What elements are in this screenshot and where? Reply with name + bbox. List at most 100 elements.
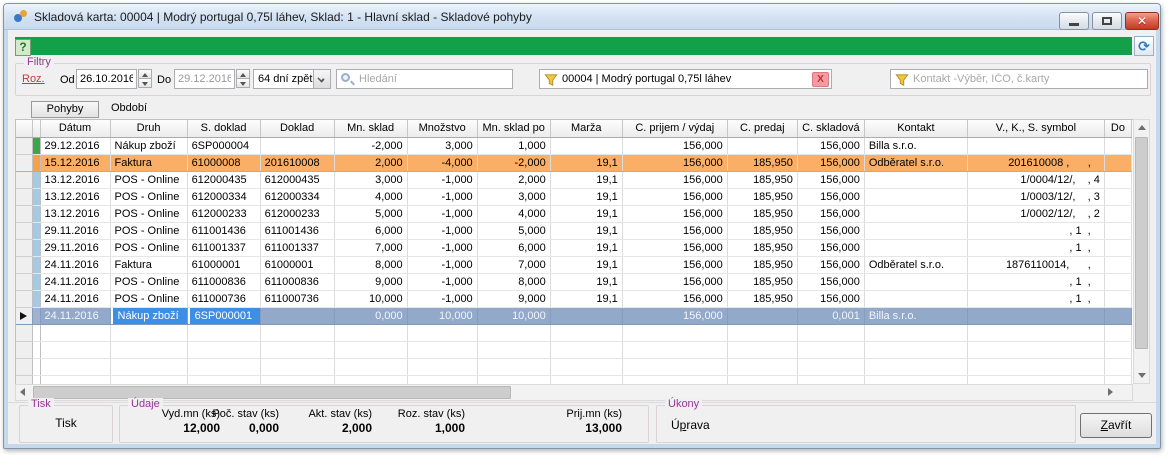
empty-row (16, 375, 1132, 384)
cell (727, 341, 797, 358)
close-button[interactable]: ✕ (1125, 12, 1159, 30)
title-bar[interactable]: Skladová karta: 00004 | Modrý portugal 0… (4, 4, 1160, 30)
row-selector (16, 154, 32, 171)
scroll-right-button[interactable] (1102, 385, 1118, 400)
spin-down-icon[interactable] (236, 78, 250, 88)
cell: 61000001 (187, 256, 260, 273)
cell (864, 273, 967, 290)
horizontal-scrollbar[interactable] (15, 384, 1133, 401)
table-row[interactable]: 24.11.2016Nákup zboží6SP0000010,00010,00… (16, 307, 1132, 324)
column-header[interactable]: Mn. sklad (334, 120, 407, 137)
contact-filter-input[interactable] (891, 70, 1147, 88)
arrow-down-icon (1138, 373, 1146, 378)
period-dropdown[interactable]: 64 dní zpět (253, 69, 331, 89)
date-to-field[interactable] (174, 69, 235, 89)
cell (864, 290, 967, 307)
cell (1104, 273, 1131, 290)
minimize-button[interactable] (1059, 12, 1089, 30)
print-button[interactable]: Tisk (20, 416, 112, 430)
tab-pohyby[interactable]: Pohyby (31, 101, 99, 118)
date-from-field[interactable] (76, 69, 137, 89)
vertical-scrollbar[interactable] (1133, 119, 1150, 384)
cell: 2,000 (334, 154, 407, 171)
cell: -1,000 (407, 222, 477, 239)
cell (110, 375, 187, 384)
arrow-right-icon (1108, 388, 1113, 396)
table-row[interactable]: 29.12.2016Nákup zboží6SP000004-2,0003,00… (16, 137, 1132, 154)
cell: 185,950 (727, 239, 797, 256)
cell: 156,000 (797, 137, 864, 154)
table-row[interactable]: 24.11.2016POS - Online611000836611000836… (16, 273, 1132, 290)
table-row[interactable]: 15.12.2016Faktura610000082016100082,000-… (16, 154, 1132, 171)
cell: 185,950 (727, 222, 797, 239)
cell (622, 375, 727, 384)
date-to-spinner[interactable] (236, 69, 250, 89)
cell (407, 341, 477, 358)
search-input[interactable] (336, 69, 513, 89)
row-status-indicator (32, 358, 40, 375)
cell: 19,1 (550, 205, 622, 222)
help-button[interactable]: ? (15, 39, 31, 56)
cell: 3,000 (477, 188, 550, 205)
table-row[interactable]: 29.11.2016POS - Online611001436611001436… (16, 222, 1132, 239)
tab-obdobi[interactable]: Období (111, 102, 147, 114)
maximize-button[interactable] (1092, 12, 1122, 30)
expand-filters-link[interactable]: Roz. (22, 73, 45, 85)
cell: 611000736 (260, 290, 334, 307)
table-row[interactable]: 24.11.2016POS - Online611000736611000736… (16, 290, 1132, 307)
table-row[interactable]: 13.12.2016POS - Online612000435612000435… (16, 171, 1132, 188)
column-header[interactable]: V., K., S. symbol (967, 120, 1104, 137)
close-icon: ✕ (1126, 14, 1158, 28)
cell: 19,1 (550, 256, 622, 273)
cell: 24.11.2016 (40, 290, 110, 307)
dropdown-arrow-icon[interactable] (313, 70, 330, 88)
cell (407, 358, 477, 375)
cell: 612000435 (260, 171, 334, 188)
cell (864, 188, 967, 205)
cell: 13.12.2016 (40, 188, 110, 205)
spin-down-icon[interactable] (138, 78, 152, 88)
row-selector (16, 205, 32, 222)
cell (40, 375, 110, 384)
date-from-spinner[interactable] (138, 69, 152, 89)
cell: 1876110014, , (967, 256, 1104, 273)
cell (1104, 205, 1131, 222)
column-header[interactable]: S. doklad (187, 120, 260, 137)
table-row[interactable]: 13.12.2016POS - Online612000334612000334… (16, 188, 1132, 205)
table-row[interactable]: 24.11.2016Faktura61000001610000018,000-1… (16, 256, 1132, 273)
scroll-up-button[interactable] (1134, 120, 1149, 136)
column-header[interactable]: Množstvo (407, 120, 477, 137)
edit-action[interactable]: Úprava (671, 418, 710, 432)
cell: 7,000 (334, 239, 407, 256)
column-header[interactable]: C. prijem / výdaj (622, 120, 727, 137)
cell: 1/0004/12/, , 4 (967, 171, 1104, 188)
cell (550, 137, 622, 154)
product-filter-field[interactable]: 00004 | Modrý portugal 0,75l láhev X (539, 69, 832, 89)
refresh-button[interactable]: ⟳ (1134, 36, 1154, 56)
scroll-down-button[interactable] (1134, 367, 1149, 383)
close-window-button[interactable]: Zavřít (1080, 413, 1152, 438)
column-header[interactable]: Kontakt (864, 120, 967, 137)
column-header[interactable]: Marža (550, 120, 622, 137)
column-header[interactable]: Do (1104, 120, 1131, 137)
table-row[interactable]: 29.11.2016POS - Online611001337611001337… (16, 239, 1132, 256)
horizontal-scroll-thumb[interactable] (33, 386, 511, 399)
clear-filter-button[interactable]: X (812, 72, 829, 87)
column-header[interactable]: Doklad (260, 120, 334, 137)
contact-filter-field[interactable] (890, 69, 1148, 89)
column-header[interactable]: Druh (110, 120, 187, 137)
table-row[interactable]: 13.12.2016POS - Online612000233612000233… (16, 205, 1132, 222)
cell: 156,000 (622, 256, 727, 273)
column-header[interactable]: C. skladová (797, 120, 864, 137)
cell: 13.12.2016 (40, 205, 110, 222)
cell: Nákup zboží (110, 137, 187, 154)
cell: POS - Online (110, 205, 187, 222)
column-header[interactable]: C. predaj (727, 120, 797, 137)
cell: 156,000 (797, 239, 864, 256)
cell: 156,000 (622, 307, 727, 324)
cell (1104, 171, 1131, 188)
column-header[interactable]: Dátum (40, 120, 110, 137)
header-spacer (16, 120, 32, 137)
column-header[interactable]: Mn. sklad po (477, 120, 550, 137)
vertical-scroll-thumb[interactable] (1135, 137, 1148, 349)
